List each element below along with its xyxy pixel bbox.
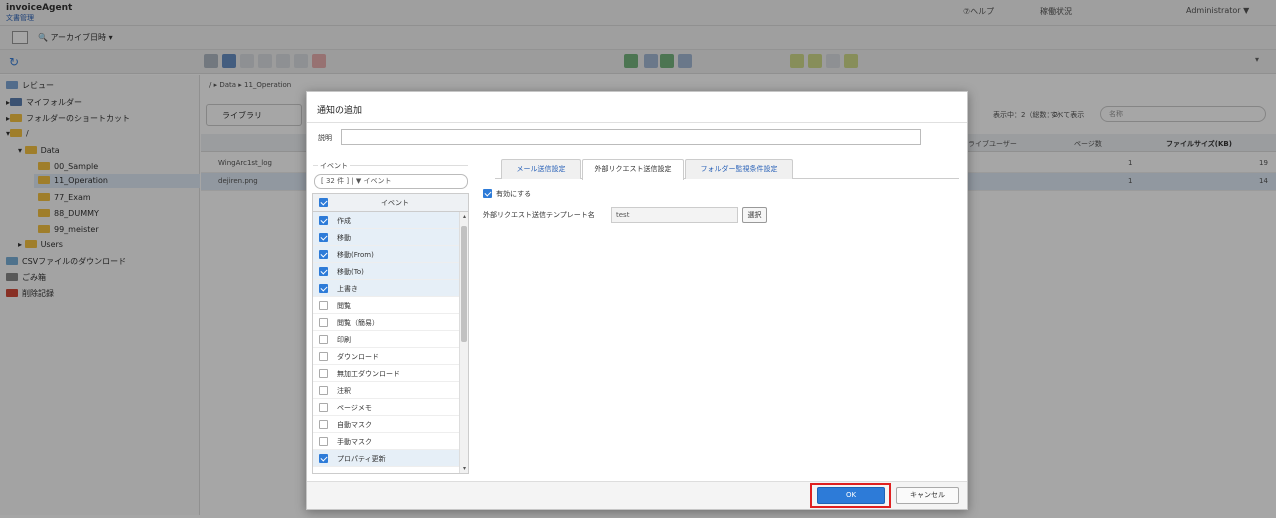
event-row[interactable]: 移動 <box>313 229 459 246</box>
settings-tabs: メール送信設定 外部リクエスト送信設定 フォルダー監視条件設定 <box>495 159 959 180</box>
event-checkbox[interactable] <box>319 216 328 225</box>
event-row[interactable]: 閲覧（簡易） <box>313 314 459 331</box>
tab-external-request[interactable]: 外部リクエスト送信設定 <box>582 159 684 180</box>
scrollbar-thumb[interactable] <box>461 226 467 342</box>
select-all-checkbox[interactable] <box>319 198 328 207</box>
event-label: 印刷 <box>337 336 351 344</box>
event-label: 手動マスク <box>337 438 372 446</box>
event-row[interactable]: 上書き <box>313 280 459 297</box>
tab-folder-watch[interactable]: フォルダー監視条件設定 <box>685 159 793 179</box>
event-checkbox[interactable] <box>319 335 328 344</box>
event-checkbox[interactable] <box>319 301 328 310</box>
event-checkbox[interactable] <box>319 369 328 378</box>
event-row[interactable]: ダウンロード <box>313 348 459 365</box>
divider <box>307 122 967 123</box>
dialog-title: 通知の追加 <box>317 106 363 116</box>
event-row[interactable]: 無加工ダウンロード <box>313 365 459 382</box>
event-row[interactable]: 手動マスク <box>313 433 459 450</box>
event-filter-input[interactable]: [ 32 件 ] | ▼ イベント <box>314 174 468 189</box>
event-list-header: イベント <box>313 194 468 212</box>
event-list-scrollbar[interactable]: ▴ ▾ <box>459 212 468 473</box>
add-notification-dialog: 通知の追加 説明 イベント [ 32 件 ] | ▼ イベント イベント 作成移… <box>306 91 968 510</box>
tab-mail-settings[interactable]: メール送信設定 <box>501 159 581 179</box>
event-label: ダウンロード <box>337 353 379 361</box>
event-checkbox[interactable] <box>319 352 328 361</box>
event-checkbox[interactable] <box>319 318 328 327</box>
event-row[interactable]: 閲覧 <box>313 297 459 314</box>
event-label: 注釈 <box>337 387 351 395</box>
template-label: 外部リクエスト送信テンプレート名 <box>483 211 595 219</box>
event-checkbox[interactable] <box>319 420 328 429</box>
event-checkbox[interactable] <box>319 437 328 446</box>
event-label: 移動 <box>337 234 351 242</box>
select-template-button[interactable]: 選択 <box>742 207 767 223</box>
scroll-down-icon[interactable]: ▾ <box>460 464 468 473</box>
enable-checkbox[interactable] <box>483 189 492 198</box>
event-label: 自動マスク <box>337 421 372 429</box>
event-label: 閲覧（簡易） <box>337 319 379 327</box>
event-label: 閲覧 <box>337 302 351 310</box>
event-checkbox[interactable] <box>319 233 328 242</box>
event-row[interactable]: 印刷 <box>313 331 459 348</box>
template-name-input[interactable]: test <box>611 207 738 223</box>
cancel-button[interactable]: キャンセル <box>896 487 959 504</box>
description-input[interactable] <box>341 129 921 145</box>
event-row[interactable]: ページメモ <box>313 399 459 416</box>
event-label: ページメモ <box>337 404 372 412</box>
event-checkbox[interactable] <box>319 250 328 259</box>
event-row[interactable]: 移動(From) <box>313 246 459 263</box>
event-checkbox[interactable] <box>319 403 328 412</box>
event-label: プロパティ更新 <box>337 455 386 463</box>
event-row[interactable]: 注釈 <box>313 382 459 399</box>
event-column-label: イベント <box>381 199 409 207</box>
enable-label: 有効にする <box>496 190 532 198</box>
event-row[interactable]: 移動(To) <box>313 263 459 280</box>
event-label: 移動(From) <box>337 251 374 259</box>
event-row[interactable]: 作成 <box>313 212 459 229</box>
ok-button[interactable]: OK <box>817 487 885 504</box>
event-label: 作成 <box>337 217 351 225</box>
event-label: 無加工ダウンロード <box>337 370 400 378</box>
event-checkbox[interactable] <box>319 386 328 395</box>
scroll-up-icon[interactable]: ▴ <box>460 212 468 221</box>
event-checkbox[interactable] <box>319 454 328 463</box>
event-checkbox[interactable] <box>319 267 328 276</box>
event-label: 移動(To) <box>337 268 364 276</box>
event-row[interactable]: プロパティ更新 <box>313 450 459 467</box>
event-list: イベント 作成移動移動(From) 移動(To) 上書き閲覧閲覧（簡易） 印刷ダウンロ… <box>312 193 469 474</box>
event-checkbox[interactable] <box>319 284 328 293</box>
event-label: 上書き <box>337 285 358 293</box>
event-row[interactable]: 自動マスク <box>313 416 459 433</box>
description-label: 説明 <box>318 134 332 142</box>
events-legend: イベント <box>318 161 350 171</box>
